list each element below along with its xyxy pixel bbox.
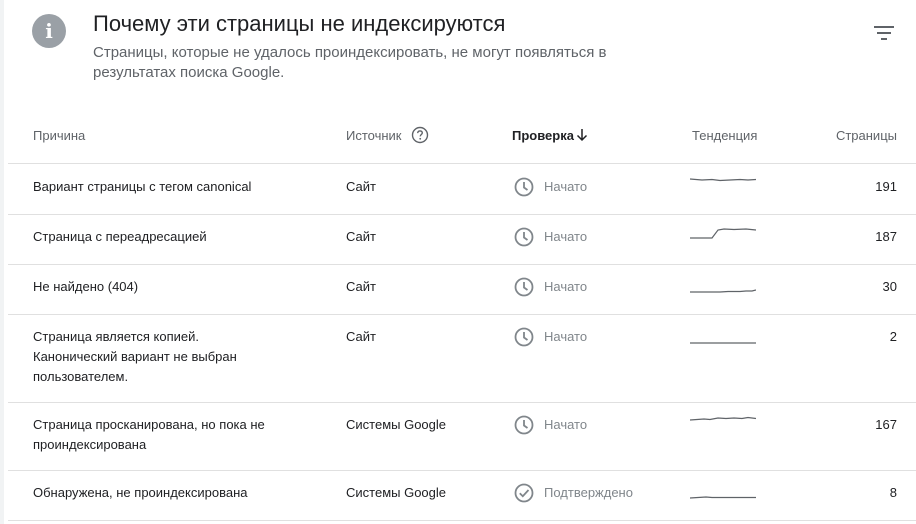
trend-sparkline [690, 228, 756, 239]
column-header-pages[interactable]: Страницы [836, 128, 897, 143]
clock-icon [514, 415, 534, 435]
trend-sparkline [690, 416, 756, 421]
check-circle-icon [514, 483, 534, 503]
row-pages: 2 [889, 329, 897, 344]
trend-sparkline [690, 178, 756, 182]
row-pages: 191 [875, 179, 897, 194]
row-reason: Страница является копией. Канонический в… [33, 329, 237, 384]
clock-icon [514, 227, 534, 247]
row-status: Начато [514, 177, 587, 197]
table-row[interactable]: Страница просканирована, но пока не прои… [8, 403, 916, 471]
column-header-trend[interactable]: Тенденция [692, 128, 757, 143]
table-row[interactable]: Вариант страницы с тегом canonical Сайт … [8, 165, 916, 215]
row-reason: Вариант страницы с тегом canonical [33, 179, 252, 194]
info-icon: i [32, 14, 66, 48]
row-pages: 30 [882, 279, 897, 294]
status-label: Начато [544, 229, 588, 244]
table-row[interactable]: Страница является копией. Канонический в… [8, 315, 916, 403]
row-status: Начато [514, 327, 587, 347]
clock-icon [514, 177, 534, 197]
page-title: Почему эти страницы не индексируются [93, 11, 506, 36]
status-label: Начато [544, 279, 588, 294]
row-status: Начато [514, 277, 587, 297]
table-row[interactable]: Страница с переадресацией Сайт Начато 18… [8, 215, 916, 265]
filter-icon[interactable] [872, 22, 896, 44]
status-label: Начато [544, 417, 588, 432]
clock-icon [514, 277, 534, 297]
row-source: Системы Google [346, 417, 447, 432]
row-pages: 187 [875, 229, 897, 244]
row-status: Подтверждено [514, 483, 633, 503]
row-status: Начато [514, 227, 587, 247]
row-reason: Страница с переадресацией [33, 229, 207, 244]
table-header: Причина Источник Проверка Тенденция Стра… [8, 116, 916, 164]
column-header-source[interactable]: Источник [346, 128, 402, 143]
trend-sparkline [690, 342, 756, 344]
row-source: Сайт [346, 229, 376, 244]
report-card: i Почему эти страницы не индексируются С… [0, 0, 916, 524]
row-source: Сайт [346, 329, 376, 344]
status-label: Начато [544, 329, 588, 344]
trend-sparkline [690, 496, 756, 499]
row-pages: 8 [889, 485, 897, 500]
status-label: Подтверждено [544, 485, 633, 500]
row-source: Сайт [346, 179, 376, 194]
row-reason: Обнаружена, не проиндексирована [33, 485, 248, 500]
sort-descending-icon[interactable] [575, 128, 589, 142]
help-icon[interactable] [411, 126, 429, 144]
column-header-reason[interactable]: Причина [33, 128, 85, 143]
row-source: Сайт [346, 279, 376, 294]
column-header-validation[interactable]: Проверка [512, 128, 574, 143]
row-reason: Страница просканирована, но пока не прои… [33, 417, 265, 452]
status-label: Начато [544, 179, 588, 194]
table-row[interactable]: Обнаружена, не проиндексирована Системы … [8, 471, 916, 521]
trend-sparkline [690, 289, 756, 293]
row-status: Начато [514, 415, 587, 435]
row-source: Системы Google [346, 485, 447, 500]
table-row[interactable]: Не найдено (404) Сайт Начато 30 [8, 265, 916, 315]
page-subtitle: Страницы, которые не удалось проиндексир… [93, 44, 607, 81]
clock-icon [514, 327, 534, 347]
row-pages: 167 [875, 417, 897, 432]
row-reason: Не найдено (404) [33, 279, 139, 294]
